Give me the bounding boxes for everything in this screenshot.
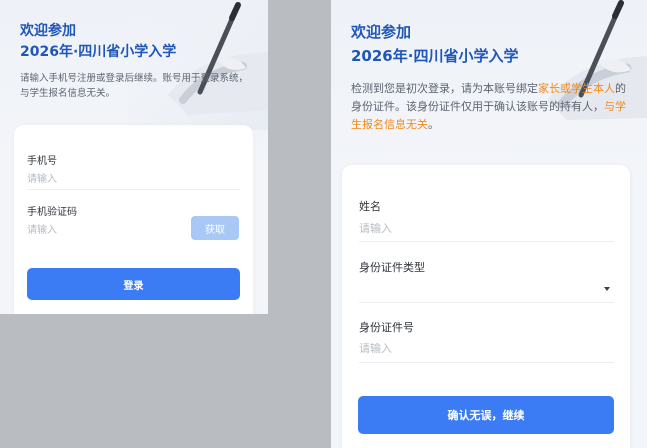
confirm-continue-button[interactable]: 确认无误，继续 bbox=[358, 396, 614, 434]
phone-divider bbox=[27, 189, 240, 190]
id-number-label: 身份证件号 bbox=[359, 321, 414, 334]
name-input[interactable]: 请输入 bbox=[359, 220, 589, 236]
id-number-divider bbox=[359, 362, 614, 363]
sms-code-label: 手机验证码 bbox=[27, 207, 77, 218]
event-title: 2026年·四川省小学入学 bbox=[20, 44, 177, 60]
instruction-part-3: 。 bbox=[428, 117, 439, 131]
identity-binding-screen: 欢迎参加 2026年·四川省小学入学 检测到您是初次登录，请为本账号绑定家长或学… bbox=[331, 0, 647, 448]
name-divider bbox=[359, 241, 614, 242]
identity-form-card: 姓名 请输入 身份证件类型 身份证件号 请输入 确认无误，继续 bbox=[342, 165, 630, 448]
id-type-select[interactable] bbox=[359, 275, 614, 301]
id-number-input[interactable]: 请输入 bbox=[359, 340, 589, 356]
event-title: 2026年·四川省小学入学 bbox=[351, 47, 519, 65]
welcome-title: 欢迎参加 bbox=[20, 23, 76, 39]
id-type-label: 身份证件类型 bbox=[359, 261, 425, 274]
login-screen: 欢迎参加 2026年·四川省小学入学 请输入手机号注册或登录后继续。账号用于登录… bbox=[0, 0, 268, 314]
sms-code-input[interactable]: 请输入 bbox=[27, 221, 167, 236]
writing-hand-illustration bbox=[128, 0, 268, 130]
phone-label: 手机号 bbox=[27, 156, 57, 167]
get-code-button[interactable]: 获取 bbox=[191, 216, 239, 240]
login-form-card: 手机号 请输入 手机验证码 请输入 获取 登录 bbox=[14, 125, 253, 314]
hero-banner: 欢迎参加 2026年·四川省小学入学 检测到您是初次登录，请为本账号绑定家长或学… bbox=[331, 0, 647, 170]
instruction-highlight-holder: 家长或学生本人 bbox=[538, 82, 615, 95]
binding-instruction-text: 检测到您是初次登录，请为本账号绑定家长或学生本人的身份证件。该身份证件仅用于确认… bbox=[351, 80, 627, 133]
id-type-divider bbox=[359, 302, 614, 303]
name-label: 姓名 bbox=[359, 200, 381, 213]
intro-text: 请输入手机号注册或登录后继续。账号用于登录系统，与学生报名信息无关。 bbox=[20, 73, 249, 100]
instruction-part-1: 检测到您是初次登录，请为本账号绑定 bbox=[351, 82, 538, 95]
login-button[interactable]: 登录 bbox=[27, 268, 240, 300]
phone-input[interactable]: 请输入 bbox=[27, 170, 207, 185]
dropdown-caret-icon bbox=[604, 287, 610, 291]
welcome-title: 欢迎参加 bbox=[351, 23, 412, 41]
